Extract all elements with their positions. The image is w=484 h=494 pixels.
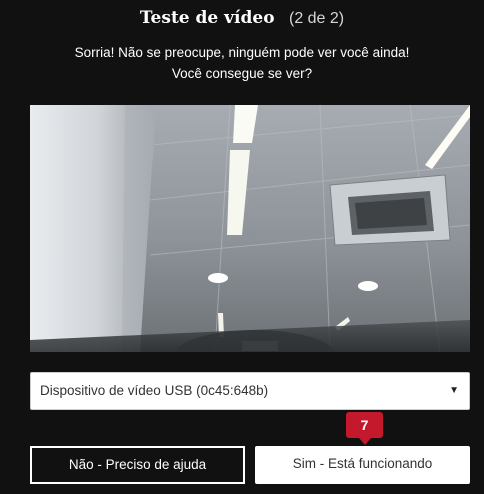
- video-device-select[interactable]: Dispositivo de vídeo USB (0c45:648b) ▼: [30, 372, 470, 410]
- chevron-down-icon: ▼: [449, 385, 459, 396]
- step-indicator: (2 de 2): [288, 10, 345, 27]
- title-row: Teste de vídeo (2 de 2): [0, 8, 484, 28]
- no-need-help-button[interactable]: Não - Preciso de ajuda: [30, 446, 245, 484]
- yes-working-button[interactable]: Sim - Está funcionando: [255, 446, 470, 484]
- instructions: Sorria! Não se preocupe, ninguém pode ve…: [0, 42, 484, 84]
- instruction-line-1: Sorria! Não se preocupe, ninguém pode ve…: [74, 45, 410, 60]
- badge-pointer: [359, 438, 371, 445]
- camera-preview: [30, 105, 470, 352]
- video-device-select-value: Dispositivo de vídeo USB (0c45:648b): [40, 383, 269, 398]
- video-test-panel: Teste de vídeo (2 de 2) Sorria! Não se p…: [0, 0, 484, 494]
- page-title: Teste de vídeo: [139, 8, 275, 28]
- camera-feed-image: [30, 105, 470, 352]
- notification-badge: 7: [346, 412, 383, 438]
- instruction-line-2: Você consegue se ver?: [171, 66, 313, 81]
